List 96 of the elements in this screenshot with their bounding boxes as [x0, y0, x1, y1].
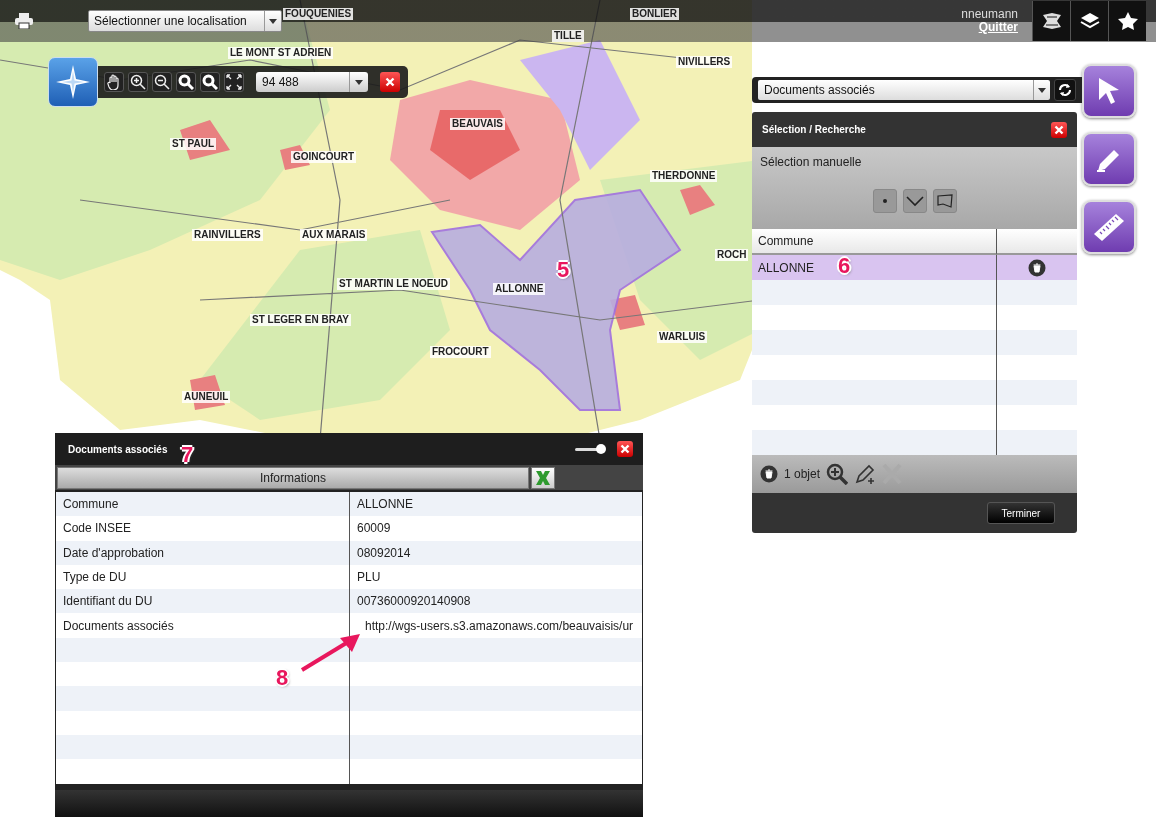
place-label: FOUQUENIES — [283, 8, 354, 20]
callout-number: 8 — [276, 666, 289, 690]
zoom-in-icon — [130, 74, 146, 90]
place-label: AUX MARAIS — [300, 229, 368, 241]
printer-icon — [15, 13, 33, 29]
close-button[interactable] — [380, 72, 400, 92]
document-link[interactable]: http://wgs-users.s3.amazonaws.com/beauvaisis/ur — [365, 618, 634, 633]
navigation-button[interactable] — [48, 57, 98, 107]
polygon-select-button[interactable] — [932, 189, 957, 213]
line-select-button[interactable] — [902, 189, 927, 213]
zoom-previous-button[interactable] — [176, 72, 196, 92]
trash-icon — [760, 465, 778, 483]
close-button[interactable] — [617, 441, 633, 457]
expand-icon — [226, 74, 242, 90]
scale-select[interactable]: 94 488 — [256, 72, 368, 92]
table-cell: Date d'approbation — [56, 540, 350, 565]
magnifier-icon — [202, 74, 218, 90]
place-label: ROCH — [715, 249, 749, 261]
table-cell-text: PLU — [356, 569, 382, 587]
select-tool-button[interactable] — [1082, 64, 1136, 118]
user-name: nneumann — [961, 8, 1018, 21]
caret-icon — [269, 18, 277, 24]
export-button[interactable] — [531, 466, 555, 489]
measure-tool-button[interactable] — [1082, 200, 1136, 254]
place-label: GOINCOURT — [291, 151, 357, 163]
callout-number: 7 — [181, 443, 194, 467]
map-button[interactable] — [1032, 1, 1070, 41]
slider-thumb[interactable] — [595, 443, 606, 454]
clear-button[interactable] — [760, 465, 778, 483]
mode-label: Sélection manuelle — [760, 155, 863, 169]
place-label: THERDONNE — [650, 170, 718, 182]
close-icon — [620, 444, 630, 454]
place-label: BONLIER — [630, 8, 679, 20]
place-label: TILLE — [552, 30, 584, 42]
location-select[interactable]: Sélectionner une localisation — [88, 10, 282, 32]
refresh-button[interactable] — [1054, 79, 1076, 101]
layers-icon — [1079, 12, 1100, 30]
column-header: Commune — [752, 229, 997, 255]
close-icon — [1054, 124, 1064, 135]
layers-button[interactable] — [1070, 1, 1108, 41]
zoom-in-icon — [826, 463, 849, 485]
table-cell-text: 60009 — [356, 520, 392, 538]
table-cell: 00736000920140908 — [350, 589, 642, 614]
panel-title: Documents associés — [68, 443, 168, 455]
full-extent-button[interactable] — [224, 72, 244, 92]
place-label: RAINVILLERS — [192, 229, 263, 241]
close-button[interactable] — [1051, 121, 1067, 138]
callout-arrow — [300, 634, 360, 672]
place-label: LE MONT ST ADRIEN — [228, 47, 334, 59]
tab[interactable]: Informations — [57, 466, 529, 489]
zoom-out-button[interactable] — [152, 72, 172, 92]
callout-number: 6 — [838, 254, 851, 278]
magnifier-icon — [178, 74, 194, 90]
hand-icon — [106, 74, 122, 90]
place-label: NIVILLERS — [676, 56, 733, 68]
pencil-icon — [854, 463, 877, 485]
table-cell: Code INSEE — [56, 516, 350, 541]
delete-button[interactable] — [1028, 258, 1046, 277]
callout-number: 5 — [557, 258, 570, 282]
trash-icon — [1028, 258, 1046, 277]
zoom-out-icon — [154, 74, 170, 90]
ruler-icon — [1092, 212, 1126, 242]
refresh-icon — [1058, 83, 1072, 97]
object-count: 1 objet — [784, 467, 821, 481]
compass-icon — [56, 65, 90, 99]
close-icon — [385, 77, 395, 87]
spreadsheet-icon — [533, 468, 553, 487]
place-label: AUNEUIL — [182, 391, 231, 403]
table-cell: ALLONNE — [350, 492, 642, 517]
caret-icon — [355, 79, 363, 85]
polygon-icon — [936, 194, 953, 208]
zoom-next-button[interactable] — [200, 72, 220, 92]
chevron-icon — [905, 195, 924, 207]
place-label: FROCOURT — [430, 346, 491, 358]
pan-button[interactable] — [104, 72, 124, 92]
table-cell: Commune — [56, 492, 350, 517]
place-label: ST MARTIN LE NOEUD — [337, 278, 450, 290]
draw-tool-button[interactable] — [1082, 132, 1136, 186]
panel-title: Sélection / Recherche — [762, 124, 866, 135]
star-icon — [1117, 12, 1138, 30]
place-label: ALLONNE — [493, 283, 546, 295]
dot-icon — [881, 198, 888, 204]
caret-icon — [1038, 87, 1046, 93]
layer-select[interactable]: Documents associés — [758, 80, 1050, 100]
table-cell: 08092014 — [350, 540, 642, 565]
place-label: WARLUIS — [657, 331, 708, 343]
edit-button[interactable] — [854, 463, 877, 485]
place-label: ST PAUL — [170, 138, 217, 150]
place-label: ST LEGER EN BRAY — [250, 314, 351, 326]
finish-button[interactable]: Terminer — [987, 502, 1055, 524]
place-label: BEAUVAIS — [450, 118, 505, 130]
star-button[interactable] — [1108, 1, 1146, 41]
zoom-in-button[interactable] — [128, 72, 148, 92]
zoom-to-selection-button[interactable] — [826, 463, 849, 485]
table-cell: Identifiant du DU — [56, 589, 350, 614]
map-icon — [1040, 12, 1063, 30]
